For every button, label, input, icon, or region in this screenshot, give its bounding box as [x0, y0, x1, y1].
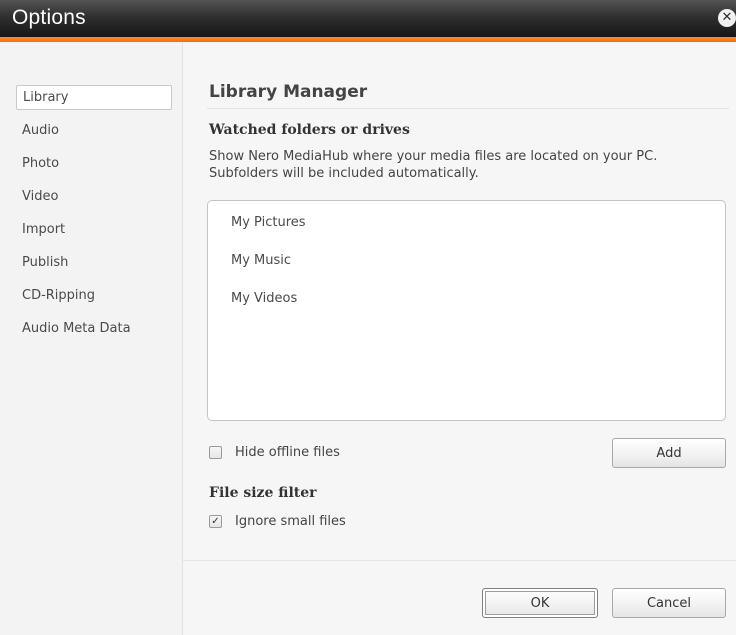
sidebar-item-video[interactable]: Video: [16, 180, 172, 213]
add-folder-button[interactable]: Add: [612, 438, 726, 468]
sidebar-item-photo[interactable]: Photo: [16, 147, 172, 180]
sidebar: Library Audio Photo Video Import Publish…: [0, 42, 183, 635]
ignore-small-files-label: Ignore small files: [235, 514, 346, 529]
folder-item-my-videos[interactable]: My Videos: [231, 291, 297, 306]
ignore-small-files-option[interactable]: ✓ Ignore small files: [209, 514, 346, 530]
hide-offline-files-option[interactable]: Hide offline files: [209, 445, 340, 461]
sidebar-item-audio[interactable]: Audio: [16, 114, 172, 147]
close-icon[interactable]: ✕: [718, 9, 736, 27]
sidebar-nav: Library Audio Photo Video Import Publish…: [16, 85, 172, 345]
hide-offline-files-label: Hide offline files: [235, 445, 340, 460]
footer-divider: [183, 560, 736, 561]
watched-folders-list[interactable]: My Pictures My Music My Videos: [207, 200, 726, 421]
title-bar: Options ✕: [0, 0, 736, 42]
cancel-button[interactable]: Cancel: [612, 588, 726, 618]
folder-item-my-pictures[interactable]: My Pictures: [231, 215, 306, 230]
hide-offline-files-checkbox[interactable]: [209, 445, 222, 459]
options-window: Options ✕ Library Audio Photo Video Impo…: [0, 0, 736, 635]
sidebar-item-library[interactable]: Library: [16, 85, 172, 110]
watched-folders-description: Show Nero MediaHub where your media file…: [209, 149, 658, 181]
sidebar-item-audio-meta-data[interactable]: Audio Meta Data: [16, 312, 172, 345]
main-content: Library Manager Watched folders or drive…: [183, 42, 736, 635]
window-title: Options: [12, 6, 86, 29]
ok-button[interactable]: OK: [482, 588, 598, 618]
sidebar-item-publish[interactable]: Publish: [16, 246, 172, 279]
ignore-small-files-checkbox[interactable]: ✓: [209, 514, 222, 528]
file-size-filter-heading: File size filter: [209, 485, 317, 501]
folder-item-my-music[interactable]: My Music: [231, 253, 291, 268]
sidebar-item-cd-ripping[interactable]: CD-Ripping: [16, 279, 172, 312]
page-title: Library Manager: [209, 82, 368, 102]
watched-folders-heading: Watched folders or drives: [209, 122, 410, 138]
sidebar-item-import[interactable]: Import: [16, 213, 172, 246]
title-divider: [207, 108, 729, 109]
